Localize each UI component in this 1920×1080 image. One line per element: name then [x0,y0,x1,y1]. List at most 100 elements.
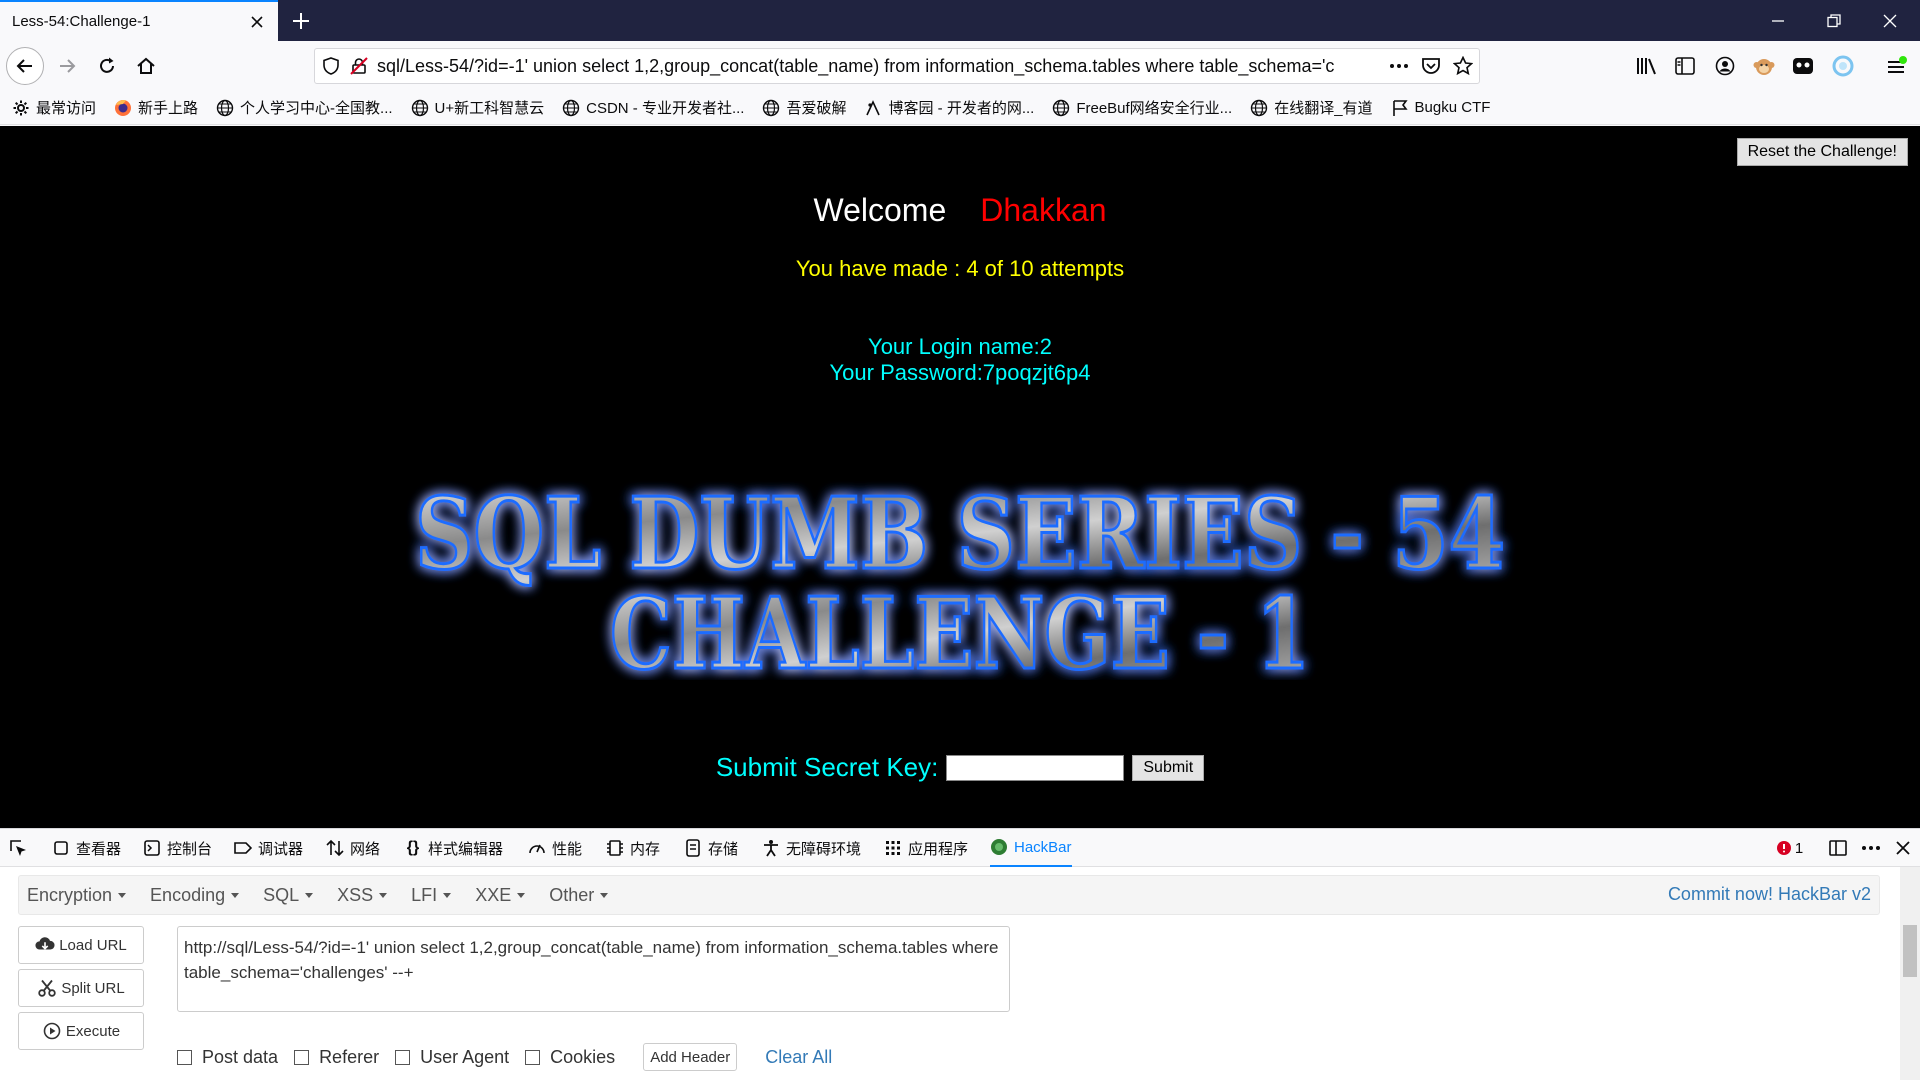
more-options-icon[interactable] [1854,829,1888,867]
back-icon[interactable] [6,47,44,85]
tab-console[interactable]: 控制台 [143,829,212,867]
post-data-checkbox[interactable]: Post data [177,1047,278,1068]
menu-encryption[interactable]: Encryption [27,885,127,906]
bookmark-item[interactable]: 新手上路 [114,97,198,118]
globe-icon [762,99,780,117]
clear-all-link[interactable]: Clear All [765,1047,832,1068]
bookmark-item[interactable]: 在线翻译_有道 [1250,97,1373,118]
pocket-icon[interactable] [1415,50,1447,82]
tab-accessibility[interactable]: 无障碍环境 [762,829,861,867]
element-picker-icon[interactable] [8,829,28,867]
tab-inspector[interactable]: 查看器 [52,829,121,867]
extension-icon[interactable] [1786,49,1820,83]
restore-icon[interactable] [1806,0,1862,41]
tab-label: 无障碍环境 [786,840,862,858]
debugger-icon [234,839,252,857]
monkey-extension-icon[interactable] [1747,49,1781,83]
circle-extension-icon[interactable] [1826,49,1860,83]
bookmark-item[interactable]: 个人学习中心-全国教... [216,97,393,118]
checkbox[interactable] [395,1049,411,1065]
reset-challenge-button[interactable]: Reset the Challenge! [1736,138,1908,166]
menu-label: LFI [411,884,438,905]
cookies-checkbox[interactable]: Cookies [525,1047,615,1068]
page-actions-icon[interactable] [1383,50,1415,82]
secret-key-input[interactable] [946,754,1125,781]
tab-style-editor[interactable]: {} 样式编辑器 [404,829,503,867]
tab-network[interactable]: 网络 [326,829,380,867]
scrollbar[interactable] [1900,867,1920,1080]
library-icon[interactable] [1630,49,1664,83]
bookmark-item[interactable]: 吾爱破解 [762,97,846,118]
reload-icon[interactable] [88,47,126,85]
welcome-line: Welcome Dhakkan [0,192,1920,229]
tab-memory[interactable]: 内存 [606,829,660,867]
checkbox[interactable] [525,1049,541,1065]
bookmark-item[interactable]: 博客园 - 开发者的网... [864,97,1034,118]
checkbox[interactable] [177,1049,192,1065]
bookmark-label: FreeBuf网络安全行业... [1076,100,1233,117]
menu-icon[interactable] [1880,49,1914,83]
scroll-thumb[interactable] [1903,925,1917,977]
play-circle-icon [42,1021,62,1041]
gear-icon [12,99,30,117]
menu-other[interactable]: Other [549,884,609,906]
referer-checkbox[interactable]: Referer [294,1047,379,1068]
dock-icon[interactable] [1820,829,1856,867]
close-tab-icon[interactable] [242,7,272,37]
devtools-tabbar: 查看器 控制台 调试器 网络 {} 样式编辑器 性能 内存 存储 无障碍环境 应… [0,829,1920,867]
caret-down-icon [379,892,388,898]
caret-down-icon [231,892,240,898]
bookmark-star-icon[interactable] [1447,50,1479,82]
tab-performance[interactable]: 性能 [528,829,582,867]
menu-sql[interactable]: SQL [263,885,314,906]
home-icon[interactable] [127,47,165,85]
url-bar[interactable]: sql/Less-54/?id=-1' union select 1,2,gro… [314,48,1480,84]
load-url-button[interactable]: Load URL [18,926,144,964]
menu-xss[interactable]: XSS [337,885,388,906]
menu-lfi[interactable]: LFI [411,884,452,906]
close-devtools-icon[interactable] [1886,829,1920,867]
account-icon[interactable] [1708,49,1742,83]
cnblogs-icon [864,99,882,117]
sidebar-icon[interactable] [1668,49,1702,83]
bookmark-label: 吾爱破解 [786,100,847,117]
tab-debugger[interactable]: 调试器 [234,829,303,867]
accessibility-icon [762,839,780,857]
bookmark-item[interactable]: 最常访问 [12,97,96,118]
browser-tab[interactable]: Less-54:Challenge-1 [0,0,278,41]
add-header-button[interactable]: Add Header [643,1043,738,1071]
split-url-button[interactable]: Split URL [18,969,144,1007]
page-content: Reset the Challenge! Welcome Dhakkan You … [0,126,1920,828]
close-window-icon[interactable] [1862,0,1918,41]
bookmark-item[interactable]: CSDN - 专业开发者社... [562,97,744,118]
tab-application[interactable]: 应用程序 [884,829,968,867]
execute-button[interactable]: Execute [18,1012,144,1050]
shield-icon[interactable] [315,50,347,82]
new-tab-icon[interactable] [284,4,318,38]
minimize-icon[interactable] [1750,0,1806,41]
menu-xxe[interactable]: XXE [475,885,526,906]
bookmark-label: 新手上路 [138,100,199,117]
url-textarea[interactable]: http://sql/Less-54/?id=-1' union select … [177,926,1010,1012]
tab-hackbar[interactable]: HackBar [990,829,1072,867]
caret-down-icon [305,892,314,898]
forward-icon[interactable] [48,47,86,85]
caret-down-icon [118,892,127,898]
bookmark-item[interactable]: Bugku CTF [1391,99,1490,117]
bookmark-item[interactable]: FreeBuf网络安全行业... [1052,97,1232,118]
error-count[interactable]: 1 [1772,829,1808,867]
hackbar-icon [990,838,1008,856]
bookmark-item[interactable]: U+新工科智慧云 [411,97,544,118]
menu-label: Other [549,884,595,905]
commit-link[interactable]: Commit now! HackBar v2 [1668,884,1871,905]
tab-label: 应用程序 [908,840,969,858]
checkbox[interactable] [294,1049,310,1065]
menu-encoding[interactable]: Encoding [150,885,240,906]
insecure-connection-icon[interactable] [347,50,371,82]
tab-label: 存储 [708,840,739,858]
user-agent-checkbox[interactable]: User Agent [395,1047,509,1068]
tab-storage[interactable]: 存储 [684,829,738,867]
button-label: Load URL [59,936,127,954]
tab-label: 性能 [552,840,583,858]
submit-button[interactable]: Submit [1132,754,1205,781]
